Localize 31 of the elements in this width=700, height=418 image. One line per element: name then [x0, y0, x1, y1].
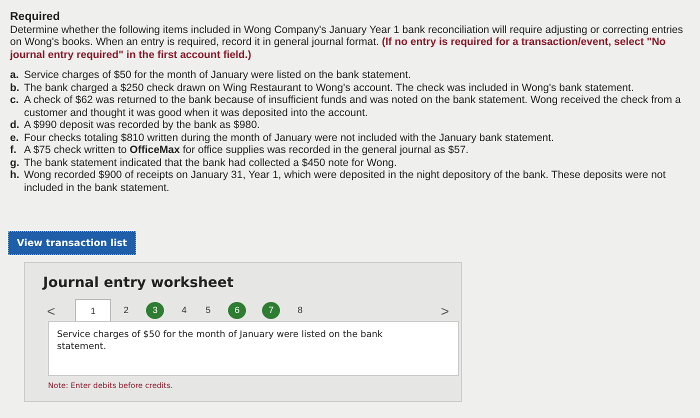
completed-tab[interactable]: 7 — [262, 302, 280, 318]
section-heading: Required — [10, 11, 61, 24]
item-letter: c. — [10, 94, 20, 108]
item-text: Four checks totaling $810 written during the month of January were not included with the January bank statement. — [24, 132, 555, 144]
item-letter: f. — [10, 144, 18, 156]
item-letter: g. — [10, 156, 20, 169]
completed-tab[interactable]: 6 — [228, 302, 246, 318]
view-transaction-list-button[interactable]: View transaction list — [8, 231, 136, 255]
instructions-text: Determine whether the following items included in Wong Company's January Year 1 bank reconciliation will require adjusting or correcting entries on Wong's books. When an entry is required, record it in general journal format. (If no entry is required for a transaction/event, select "No journal entry required" in the first account field.) — [10, 24, 684, 61]
tab[interactable]: 2 — [117, 301, 136, 319]
tab[interactable]: 1 — [75, 299, 112, 321]
worksheet-title: Journal entry worksheet — [43, 274, 235, 293]
description-text: Service charges of $50 for the month of January were listed on the bank statement. — [57, 330, 384, 353]
tab[interactable]: 8 — [291, 301, 310, 319]
item-letter: e. — [10, 132, 20, 144]
item-letter: d. — [10, 119, 20, 132]
tab[interactable]: 4 — [175, 301, 194, 319]
next-button[interactable]: > — [436, 301, 453, 321]
item-text: The bank charged a $250 check drawn on Wing Restaurant to Wong's account. The check was included in Wong's bank statement. — [24, 82, 635, 94]
completed-tab[interactable]: 3 — [146, 302, 164, 318]
item-text: A $990 deposit was recorded by the bank as $980. — [24, 119, 261, 132]
item-text: A $75 check written to OfficeMax for office supplies was recorded in the general journal as $57. — [24, 144, 470, 156]
item-letter: b. — [10, 82, 20, 94]
item-text: A check of $62 was returned to the bank because of insufficient funds and was noted on the bank statement. Wong received the check from a customer and thought it was good when it was deposited into the account. — [24, 94, 682, 119]
item-text: Wong recorded $900 of receipts on January 31, Year 1, which were deposited in the night depository of the bank. These deposits were not included in the bank statement. — [24, 169, 667, 194]
item-letter: a. — [10, 69, 20, 82]
tab[interactable]: 5 — [199, 301, 218, 319]
item-text: Service charges of $50 for the month of January were listed on the bank statement. — [24, 69, 412, 82]
item-text: The bank statement indicated that the bank had collected a $450 note for Wong. — [24, 156, 398, 169]
previous-button[interactable]: < — [43, 301, 60, 321]
item-letter: h. — [10, 169, 20, 183]
